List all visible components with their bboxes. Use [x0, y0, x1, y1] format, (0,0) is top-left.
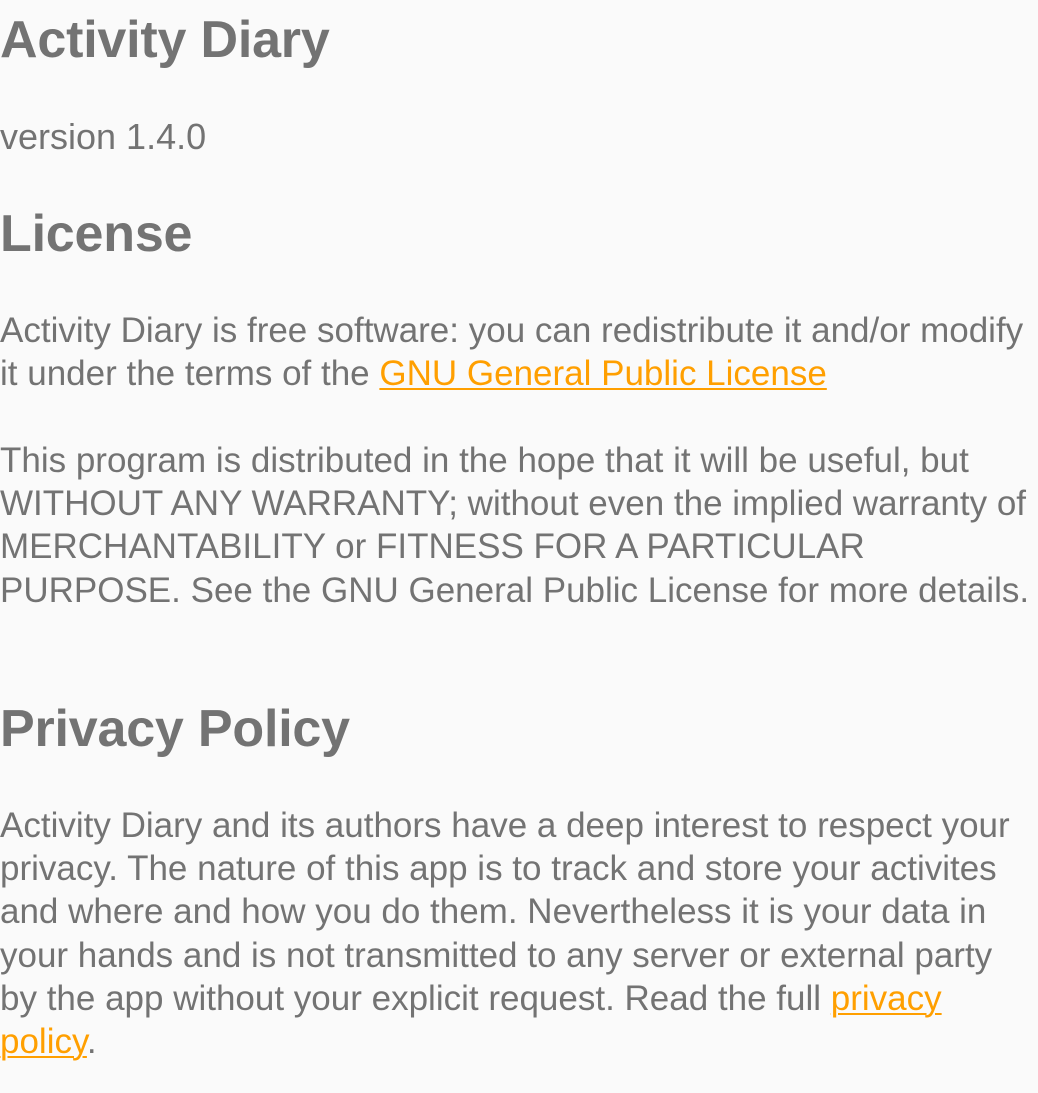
app-title: Activity Diary — [0, 11, 330, 69]
privacy-heading: Privacy Policy — [0, 700, 350, 758]
version-text: version 1.4.0 — [0, 116, 207, 157]
about-page: Activity Diary version 1.4.0 License Act… — [0, 0, 1038, 1093]
privacy-paragraph: Activity Diary and its authors have a de… — [0, 804, 1036, 1063]
gpl-link[interactable]: GNU General Public License — [379, 354, 826, 393]
privacy-end-punctuation: . — [86, 1022, 97, 1062]
license-heading: License — [0, 205, 193, 263]
license-paragraph-1: Activity Diary is free software: you can… — [0, 309, 1036, 395]
license-paragraph-2: This program is distributed in the hope … — [0, 441, 1030, 610]
